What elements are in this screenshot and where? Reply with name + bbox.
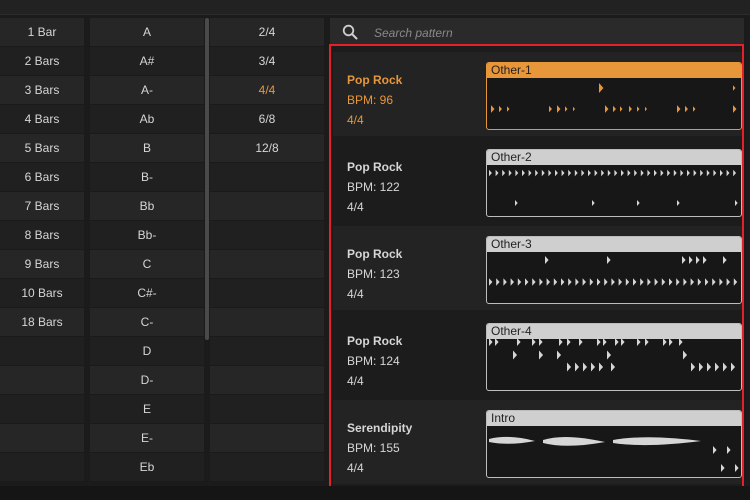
time-signature-list-item (210, 453, 324, 482)
pattern-name: Pop Rock (347, 334, 403, 348)
bars-list-item[interactable]: 7 Bars (0, 192, 84, 221)
bars-list-item[interactable]: 2 Bars (0, 47, 84, 76)
pattern-sig: 4/4 (347, 200, 364, 214)
bars-list-item[interactable]: 18 Bars (0, 308, 84, 337)
pattern-info: Pop Rock BPM: 96 4/4 (347, 70, 402, 130)
pattern-sig: 4/4 (347, 287, 364, 301)
pattern-bpm: BPM: 122 (347, 180, 400, 194)
time-signature-list-item[interactable]: 2/4 (210, 18, 324, 47)
search-input[interactable] (372, 22, 736, 44)
pattern-preview-title: Other-3 (487, 237, 741, 252)
key-list-item[interactable]: C- (90, 308, 204, 337)
key-list-item[interactable]: Ab (90, 105, 204, 134)
time-signature-list-item (210, 395, 324, 424)
search-bar (330, 18, 744, 46)
bars-list-item[interactable]: 4 Bars (0, 105, 84, 134)
pattern-sig: 4/4 (347, 374, 364, 388)
pattern-row[interactable]: Pop Rock BPM: 96 4/4 Other-1 (333, 52, 742, 136)
pattern-bpm: BPM: 123 (347, 267, 400, 281)
bars-list-item[interactable]: 9 Bars (0, 250, 84, 279)
bars-list-item[interactable]: 3 Bars (0, 76, 84, 105)
pattern-waveform (491, 83, 737, 113)
pattern-results-panel: Pop Rock BPM: 96 4/4 Other-1 Pop Rock BPM: 12… (329, 44, 744, 489)
time-signature-list-item (210, 337, 324, 366)
key-list-item[interactable]: D- (90, 366, 204, 395)
key-list-item[interactable]: C#- (90, 279, 204, 308)
time-signature-list-item (210, 192, 324, 221)
key-list-item[interactable]: A# (90, 47, 204, 76)
bars-list-item[interactable]: 8 Bars (0, 221, 84, 250)
bars-list-item[interactable]: 5 Bars (0, 134, 84, 163)
time-signature-list-item (210, 221, 324, 250)
pattern-sig: 4/4 (347, 461, 364, 475)
pattern-preview[interactable]: Intro (486, 410, 742, 478)
pattern-info: Pop Rock BPM: 122 4/4 (347, 157, 402, 217)
pattern-name: Pop Rock (347, 247, 403, 261)
bottom-bar (0, 486, 750, 500)
pattern-waveform (489, 339, 736, 372)
pattern-info: Pop Rock BPM: 123 4/4 (347, 244, 402, 304)
pattern-preview[interactable]: Other-4 (486, 323, 742, 391)
bars-list-item (0, 395, 84, 424)
key-list-scrollbar[interactable] (205, 18, 209, 340)
key-list: A A# A- Ab B B- Bb Bb- C C#- C- D D- E E- Eb (90, 18, 204, 482)
pattern-info: Pop Rock BPM: 124 4/4 (347, 331, 402, 391)
pattern-sig: 4/4 (347, 113, 364, 127)
time-signature-list-item[interactable]: 12/8 (210, 134, 324, 163)
pattern-preview[interactable]: Other-2 (486, 149, 742, 217)
key-list-item[interactable]: D (90, 337, 204, 366)
pattern-preview-title: Intro (487, 411, 741, 426)
time-signature-list-item[interactable]: 3/4 (210, 47, 324, 76)
key-list-item[interactable]: B (90, 134, 204, 163)
bars-list-item (0, 337, 84, 366)
pattern-name: Pop Rock (347, 73, 403, 87)
bars-list: 1 Bar 2 Bars 3 Bars 4 Bars 5 Bars 6 Bars 7 Bar… (0, 18, 84, 482)
pattern-preview-title: Other-2 (487, 150, 741, 165)
bars-list-item[interactable]: 6 Bars (0, 163, 84, 192)
key-list-item[interactable]: B- (90, 163, 204, 192)
key-list-item[interactable]: Bb (90, 192, 204, 221)
key-list-item[interactable]: Eb (90, 453, 204, 482)
pattern-info: Serendipity BPM: 155 4/4 (347, 418, 412, 478)
pattern-preview-title: Other-1 (487, 63, 741, 78)
pattern-waveform (489, 256, 738, 286)
time-signature-list-item (210, 279, 324, 308)
pattern-bpm: BPM: 96 (347, 93, 394, 107)
pattern-preview[interactable]: Other-1 (486, 62, 742, 130)
pattern-row[interactable]: Pop Rock BPM: 124 4/4 Other-4 (333, 313, 742, 397)
bars-list-item (0, 453, 84, 482)
pattern-row[interactable]: Pop Rock BPM: 122 4/4 Other-2 (333, 139, 742, 223)
time-signature-list-item (210, 163, 324, 192)
pattern-row[interactable]: Serendipity BPM: 155 4/4 Intro (333, 400, 742, 484)
pattern-name: Serendipity (347, 421, 413, 435)
pattern-bpm: BPM: 124 (347, 354, 400, 368)
key-list-item[interactable]: A- (90, 76, 204, 105)
search-icon[interactable] (342, 24, 358, 40)
time-signature-list-item (210, 366, 324, 395)
time-signature-list-item (210, 250, 324, 279)
time-signature-list-item[interactable]: 4/4 (210, 76, 324, 105)
pattern-preview[interactable]: Other-3 (486, 236, 742, 304)
key-list-item[interactable]: A (90, 18, 204, 47)
pattern-row[interactable]: Pop Rock BPM: 123 4/4 Other-3 (333, 226, 742, 310)
top-bar (0, 0, 750, 15)
time-signature-list-item (210, 308, 324, 337)
bars-list-item (0, 366, 84, 395)
bars-list-item[interactable]: 10 Bars (0, 279, 84, 308)
key-list-item[interactable]: E (90, 395, 204, 424)
time-signature-list: 2/4 3/4 4/4 6/8 12/8 (210, 18, 324, 482)
bars-list-item (0, 424, 84, 453)
pattern-waveform (489, 436, 739, 472)
pattern-bpm: BPM: 155 (347, 441, 400, 455)
pattern-name: Pop Rock (347, 160, 403, 174)
pattern-preview-title: Other-4 (487, 324, 741, 339)
bars-list-item[interactable]: 1 Bar (0, 18, 84, 47)
key-list-item[interactable]: Bb- (90, 221, 204, 250)
pattern-waveform (489, 169, 738, 206)
key-list-item[interactable]: C (90, 250, 204, 279)
key-list-item[interactable]: E- (90, 424, 204, 453)
time-signature-list-item[interactable]: 6/8 (210, 105, 324, 134)
time-signature-list-item (210, 424, 324, 453)
